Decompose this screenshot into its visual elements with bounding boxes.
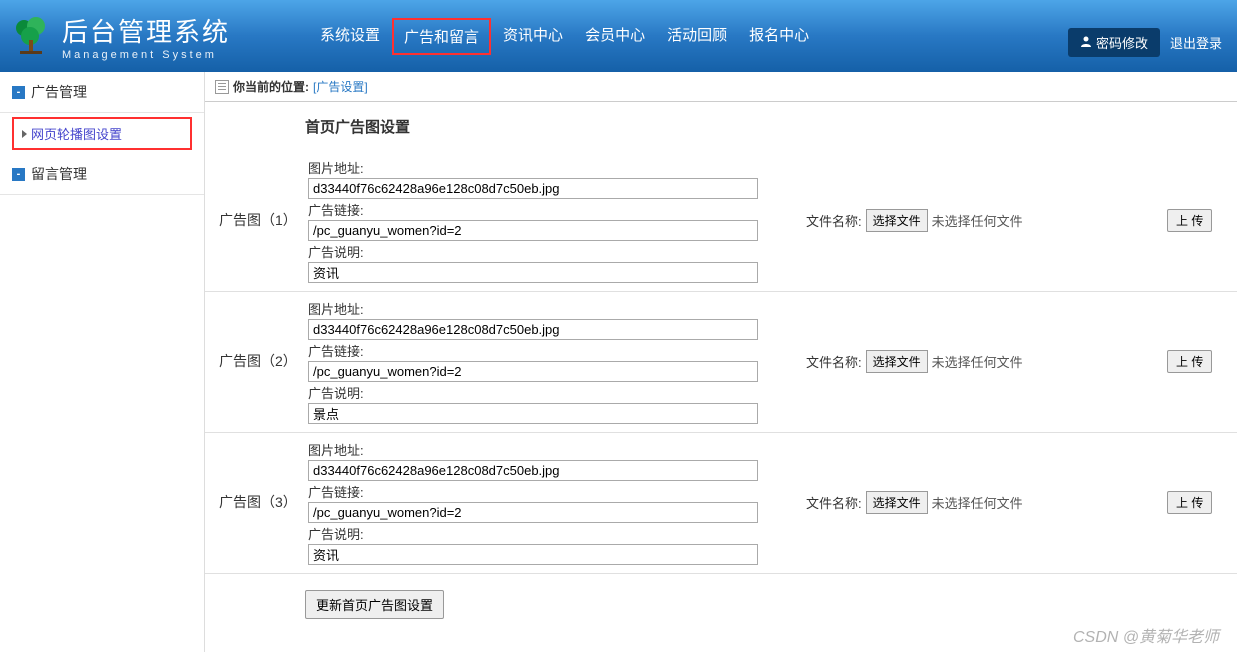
change-password-label: 密码修改 bbox=[1096, 33, 1148, 52]
input-link-1[interactable] bbox=[308, 220, 758, 241]
label-filename: 文件名称: bbox=[806, 493, 862, 512]
breadcrumb-current[interactable]: [广告设置] bbox=[313, 78, 368, 95]
label-image-url: 图片地址: bbox=[308, 158, 758, 177]
upload-button-1[interactable]: 上 传 bbox=[1167, 209, 1212, 232]
no-file-hint: 未选择任何文件 bbox=[932, 352, 1023, 371]
file-column: 文件名称: 选择文件 未选择任何文件 bbox=[766, 209, 1159, 232]
user-icon bbox=[1080, 35, 1092, 50]
file-column: 文件名称: 选择文件 未选择任何文件 bbox=[766, 491, 1159, 514]
label-link: 广告链接: bbox=[308, 200, 758, 219]
ad-row-3: 广告图（3） 图片地址: 广告链接: 广告说明: 文件名称: 选择文件 未选择任… bbox=[205, 433, 1237, 574]
nav-system-settings[interactable]: 系统设置 bbox=[310, 18, 390, 55]
input-image-url-1[interactable] bbox=[308, 178, 758, 199]
input-desc-2[interactable] bbox=[308, 403, 758, 424]
logo-area: 后台管理系统 Management System bbox=[10, 12, 230, 61]
ad-row-2: 广告图（2） 图片地址: 广告链接: 广告说明: 文件名称: 选择文件 未选择任… bbox=[205, 292, 1237, 433]
label-desc: 广告说明: bbox=[308, 242, 758, 261]
input-desc-3[interactable] bbox=[308, 544, 758, 565]
top-nav: 系统设置 广告和留言 资讯中心 会员中心 活动回顾 报名中心 bbox=[310, 18, 819, 55]
sidebar-group-label: 留言管理 bbox=[31, 164, 87, 184]
collapse-icon: - bbox=[12, 86, 25, 99]
input-image-url-3[interactable] bbox=[308, 460, 758, 481]
label-image-url: 图片地址: bbox=[308, 440, 758, 459]
system-title: 后台管理系统 Management System bbox=[62, 12, 230, 61]
label-link: 广告链接: bbox=[308, 341, 758, 360]
input-link-2[interactable] bbox=[308, 361, 758, 382]
input-link-3[interactable] bbox=[308, 502, 758, 523]
update-settings-button[interactable]: 更新首页广告图设置 bbox=[305, 590, 444, 619]
no-file-hint: 未选择任何文件 bbox=[932, 211, 1023, 230]
nav-member-center[interactable]: 会员中心 bbox=[575, 18, 655, 55]
ad-fields: 图片地址: 广告链接: 广告说明: bbox=[308, 157, 758, 283]
ad-row-title: 广告图（1） bbox=[215, 210, 300, 230]
upload-button-3[interactable]: 上 传 bbox=[1167, 491, 1212, 514]
choose-file-button-1[interactable]: 选择文件 bbox=[866, 209, 928, 232]
sidebar-group-messages[interactable]: - 留言管理 bbox=[0, 154, 204, 195]
ad-row-title: 广告图（2） bbox=[215, 351, 300, 371]
header-bar: 后台管理系统 Management System 系统设置 广告和留言 资讯中心… bbox=[0, 0, 1237, 72]
sidebar-group-ads[interactable]: - 广告管理 bbox=[0, 72, 204, 113]
page-title: 首页广告图设置 bbox=[205, 102, 1237, 151]
label-image-url: 图片地址: bbox=[308, 299, 758, 318]
nav-signup-center[interactable]: 报名中心 bbox=[739, 18, 819, 55]
logo-icon bbox=[10, 14, 54, 58]
label-link: 广告链接: bbox=[308, 482, 758, 501]
sidebar: - 广告管理 网页轮播图设置 - 留言管理 bbox=[0, 72, 205, 652]
choose-file-button-3[interactable]: 选择文件 bbox=[866, 491, 928, 514]
ad-row-1: 广告图（1） 图片地址: 广告链接: 广告说明: 文件名称: 选择文件 未选择任… bbox=[205, 151, 1237, 292]
ad-row-title: 广告图（3） bbox=[215, 492, 300, 512]
collapse-icon: - bbox=[12, 168, 25, 181]
file-column: 文件名称: 选择文件 未选择任何文件 bbox=[766, 350, 1159, 373]
nav-info-center[interactable]: 资讯中心 bbox=[493, 18, 573, 55]
breadcrumb-prefix: 你当前的位置: bbox=[233, 78, 309, 95]
no-file-hint: 未选择任何文件 bbox=[932, 493, 1023, 512]
input-image-url-2[interactable] bbox=[308, 319, 758, 340]
nav-ads-messages[interactable]: 广告和留言 bbox=[392, 18, 491, 55]
main-content: 你当前的位置: [广告设置] 首页广告图设置 广告图（1） 图片地址: 广告链接… bbox=[205, 72, 1237, 652]
ad-fields: 图片地址: 广告链接: 广告说明: bbox=[308, 298, 758, 424]
sidebar-item-carousel-settings[interactable]: 网页轮播图设置 bbox=[12, 117, 192, 150]
label-filename: 文件名称: bbox=[806, 211, 862, 230]
upload-button-2[interactable]: 上 传 bbox=[1167, 350, 1212, 373]
triangle-icon bbox=[22, 130, 27, 138]
watermark: CSDN @黄菊华老师 bbox=[1073, 623, 1219, 647]
input-desc-1[interactable] bbox=[308, 262, 758, 283]
breadcrumb: 你当前的位置: [广告设置] bbox=[205, 72, 1237, 102]
sidebar-item-label: 网页轮播图设置 bbox=[31, 124, 122, 143]
sidebar-group-label: 广告管理 bbox=[31, 82, 87, 102]
page-icon bbox=[215, 80, 229, 94]
nav-activity-review[interactable]: 活动回顾 bbox=[657, 18, 737, 55]
label-desc: 广告说明: bbox=[308, 383, 758, 402]
label-desc: 广告说明: bbox=[308, 524, 758, 543]
change-password-button[interactable]: 密码修改 bbox=[1068, 28, 1160, 57]
user-controls: 密码修改 退出登录 bbox=[1068, 28, 1222, 57]
ad-fields: 图片地址: 广告链接: 广告说明: bbox=[308, 439, 758, 565]
logout-link[interactable]: 退出登录 bbox=[1170, 33, 1222, 52]
label-filename: 文件名称: bbox=[806, 352, 862, 371]
choose-file-button-2[interactable]: 选择文件 bbox=[866, 350, 928, 373]
